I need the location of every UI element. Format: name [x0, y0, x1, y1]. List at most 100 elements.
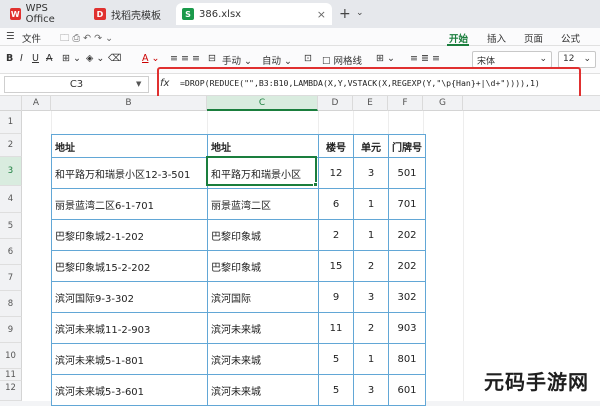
table-cell[interactable]: 302 [388, 281, 426, 313]
column-header[interactable]: F [388, 96, 423, 111]
table-cell[interactable]: 巴黎印象城 [207, 250, 319, 282]
chevron-down-icon[interactable]: ▼ [136, 80, 141, 88]
row-header[interactable]: 8 [0, 291, 22, 317]
header-cell[interactable]: 地址 [51, 134, 208, 158]
header-cell[interactable]: 地址 [207, 134, 319, 158]
text-align-icons[interactable]: ≡ ≣ ≡ [410, 53, 440, 64]
menu-icon[interactable]: ☰ [6, 31, 15, 42]
header-cell[interactable]: 单元 [353, 134, 389, 158]
row-header[interactable]: 6 [0, 239, 22, 265]
row-header[interactable]: 5 [0, 213, 22, 239]
fill-handle[interactable] [313, 182, 318, 187]
table-cell[interactable]: 丽景蓝湾二区 [207, 188, 319, 220]
table-cell[interactable]: 滨河未来城5-1-801 [51, 343, 208, 375]
row-header[interactable]: 4 [0, 186, 22, 213]
table-cell[interactable]: 701 [388, 188, 426, 220]
tab-386-xlsx[interactable]: S 386.xlsx × [176, 3, 332, 25]
row-header[interactable]: 9 [0, 317, 22, 343]
close-icon[interactable]: × [317, 8, 326, 21]
row-header[interactable]: 7 [0, 265, 22, 291]
align-icons[interactable]: ≡ ≡ ≡ [170, 53, 200, 64]
table-cell[interactable]: 滨河国际 [207, 281, 319, 313]
header-cell[interactable]: 门牌号 [388, 134, 426, 158]
table-cell[interactable]: 滨河未来城 [207, 343, 319, 375]
merge-icon[interactable]: ⊟ [208, 53, 216, 64]
table-cell[interactable]: 3 [353, 281, 389, 313]
table-cell[interactable]: 2 [353, 312, 389, 344]
table-cell[interactable]: 1 [353, 219, 389, 251]
table-cell[interactable]: 3 [353, 157, 389, 189]
auto-button[interactable]: 自动 ⌄ [262, 53, 292, 67]
row-header[interactable]: 1 [0, 111, 22, 134]
ribbon-tabs: ☰ 文件 🗀 ⎙ ↶ ↷ ⌄ 开始 插入 页面 公式 [0, 28, 600, 46]
table-cell[interactable]: 和平路万和瑞景小区12-3-501 [51, 157, 208, 189]
table-cell[interactable]: 12 [318, 157, 354, 189]
new-tab-icon[interactable]: + [339, 6, 351, 22]
table-cell[interactable]: 5 [318, 343, 354, 375]
table-cell[interactable]: 滨河国际9-3-302 [51, 281, 208, 313]
font-family-select[interactable]: 宋体 ⌄ [472, 51, 552, 68]
select-all-corner[interactable] [0, 96, 22, 111]
table-cell[interactable]: 巴黎印象城2-1-202 [51, 219, 208, 251]
name-box[interactable]: C3 [4, 76, 149, 93]
bold-button[interactable]: B [6, 53, 13, 64]
table-cell[interactable]: 滨河未来城11-2-903 [51, 312, 208, 344]
table-cell[interactable]: 巴黎印象城15-2-202 [51, 250, 208, 282]
tab-wps-office[interactable]: W WPS Office [4, 3, 80, 25]
strikethrough-button[interactable]: A [46, 53, 53, 64]
table-row: 和平路万和瑞景小区12-3-501 和平路万和瑞景小区 12 3 501 [51, 157, 426, 189]
underline-button[interactable]: U [32, 53, 39, 64]
column-header[interactable]: B [51, 96, 207, 111]
table-cell[interactable]: 11 [318, 312, 354, 344]
border-icon[interactable]: ⊞ ⌄ [62, 53, 81, 64]
table-cell[interactable]: 和平路万和瑞景小区 [207, 157, 319, 189]
font-size-select[interactable]: 12 ⌄ [558, 51, 596, 68]
tab-page[interactable]: 页面 [524, 31, 543, 45]
file-menu[interactable]: 文件 [22, 31, 41, 45]
table-cell[interactable]: 2 [318, 219, 354, 251]
table-cell[interactable]: 801 [388, 343, 426, 375]
tab-formula[interactable]: 公式 [561, 31, 580, 45]
italic-button[interactable]: I [20, 53, 23, 64]
tab-home[interactable]: 开始 [449, 31, 468, 45]
table-cell[interactable]: 202 [388, 250, 426, 282]
tab-insert[interactable]: 插入 [487, 31, 506, 45]
formula-input[interactable]: =DROP(REDUCE("",B3:B10,LAMBDA(X,Y,VSTACK… [180, 78, 540, 88]
table-cell[interactable]: 15 [318, 250, 354, 282]
eraser-icon[interactable]: ⌫ [108, 53, 121, 64]
table-cell[interactable]: 丽景蓝湾二区6-1-701 [51, 188, 208, 220]
column-header[interactable]: G [423, 96, 463, 111]
column-header-bar: A B C D E F G [0, 96, 600, 111]
table-cell[interactable]: 2 [353, 250, 389, 282]
table-cell[interactable]: 巴黎印象城 [207, 219, 319, 251]
quick-access-icons[interactable]: 🗀 ⎙ ↶ ↷ ⌄ [60, 31, 113, 47]
tab-docer[interactable]: D 找稻壳模板 [88, 3, 168, 25]
gridlines-toggle[interactable]: ☐ 网格线 [322, 53, 362, 67]
window-tab-bar: W WPS Office D 找稻壳模板 S 386.xlsx × + ⌄ [0, 0, 600, 28]
table-cell[interactable]: 1 [353, 188, 389, 220]
fill-color-icon[interactable]: ◈ ⌄ [86, 53, 104, 64]
column-header-blank [463, 96, 600, 111]
table-cell[interactable]: 滨河未来城 [207, 312, 319, 344]
row-header[interactable]: 2 [0, 134, 22, 157]
table-cell[interactable]: 501 [388, 157, 426, 189]
table-cell[interactable]: 202 [388, 219, 426, 251]
row-header[interactable]: 10 [0, 343, 22, 369]
row-height-icon[interactable]: ⊞ ⌄ [376, 53, 395, 64]
column-header-selected[interactable]: C [207, 96, 318, 111]
table-cell[interactable]: 6 [318, 188, 354, 220]
font-color-icon[interactable]: A ⌄ [142, 53, 159, 64]
row-header[interactable]: 12 [0, 381, 22, 401]
row-header[interactable]: 11 [0, 369, 22, 381]
freeze-icon[interactable]: ⊡ [304, 53, 312, 64]
column-header[interactable]: A [22, 96, 51, 111]
wrap-text-button[interactable]: 手动 ⌄ [222, 53, 252, 67]
table-cell[interactable]: 1 [353, 343, 389, 375]
table-cell[interactable]: 9 [318, 281, 354, 313]
row-header-selected[interactable]: 3 [0, 157, 22, 186]
chevron-down-icon[interactable]: ⌄ [356, 8, 364, 18]
column-header[interactable]: E [353, 96, 388, 111]
column-header[interactable]: D [318, 96, 353, 111]
header-cell[interactable]: 楼号 [318, 134, 354, 158]
table-cell[interactable]: 903 [388, 312, 426, 344]
